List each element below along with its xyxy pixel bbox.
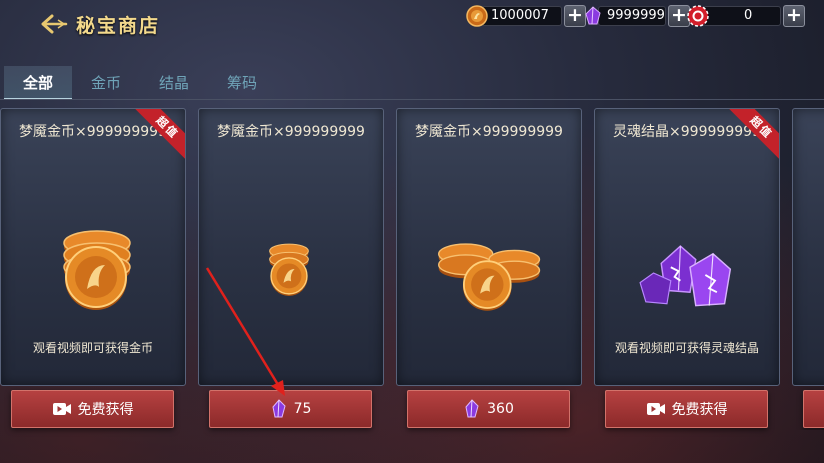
button-label: 免费获得 [77, 402, 134, 418]
gold-coin-stack-icon [269, 243, 309, 296]
gold-coin-currency: 1000007 + [466, 5, 586, 27]
gold-coin-icon [466, 5, 488, 27]
price-label: 360 [487, 401, 514, 417]
tab-gold[interactable]: 金币 [72, 66, 140, 100]
shop-item-card-partial [792, 108, 824, 430]
purple-crystal-cluster-icon [639, 245, 732, 307]
buy-button[interactable] [803, 390, 824, 428]
free-get-button[interactable]: 免费获得 [11, 390, 174, 428]
shop-item-card: 灵魂结晶×999999999 观看视频即可获得灵魂结晶 超值 免费获得 [594, 108, 780, 430]
item-description: 观看视频即可获得灵魂结晶 [614, 341, 759, 355]
purple-crystal-icon [585, 6, 601, 25]
shop-item-card: 梦魇金币×999999999 观看视频即可获得金币 超值 免费获得 [0, 108, 186, 430]
gold-coin-stack-icon [63, 230, 131, 310]
tab-crystal[interactable]: 结晶 [140, 66, 208, 100]
crystal-currency: 9999999 + [582, 5, 690, 27]
tab-divider [0, 99, 824, 100]
free-get-button[interactable]: 免费获得 [605, 390, 768, 428]
shop-item-list: 梦魇金币×999999999 观看视频即可获得金币 超值 免费获得 梦魇金币×9… [0, 108, 824, 448]
back-arrow-icon [41, 14, 68, 34]
gold-coin-pile-icon [438, 243, 541, 311]
video-icon [646, 403, 665, 415]
add-chip-button[interactable]: + [783, 5, 805, 27]
shop-item-panel[interactable] [792, 108, 824, 386]
shop-item-panel[interactable]: 梦魇金币×999999999 观看视频即可获得金币 超值 [0, 108, 186, 386]
crystal-amount: 9999999 [598, 6, 666, 26]
item-description: 观看视频即可获得金币 [32, 341, 153, 355]
category-tabs: 全部 金币 结晶 筹码 [0, 66, 276, 100]
back-button[interactable]: 秘宝商店 [40, 12, 161, 37]
tab-all[interactable]: 全部 [4, 66, 72, 100]
video-icon [52, 403, 71, 415]
button-label: 免费获得 [671, 402, 728, 418]
buy-button[interactable]: 75 [209, 390, 372, 428]
price-label: 75 [293, 401, 312, 417]
shop-item-panel[interactable]: 梦魇金币×999999999 [396, 108, 582, 386]
chip-token-icon [687, 5, 709, 27]
purple-crystal-icon [272, 399, 286, 418]
buy-button[interactable]: 360 [407, 390, 570, 428]
shop-item-panel[interactable]: 梦魇金币×999999999 [198, 108, 384, 386]
chip-amount: 0 [703, 6, 781, 26]
tab-chips[interactable]: 筹码 [208, 66, 276, 100]
page-title: 秘宝商店 [76, 14, 161, 37]
purple-crystal-icon [465, 399, 479, 418]
item-name: 梦魇金币×999999999 [217, 124, 365, 140]
shop-item-card: 梦魇金币×999999999 360 [396, 108, 582, 430]
gold-coin-amount: 1000007 [482, 6, 562, 26]
chip-currency: 0 + [687, 5, 805, 27]
shop-item-panel[interactable]: 灵魂结晶×999999999 观看视频即可获得灵魂结晶 超值 [594, 108, 780, 386]
shop-item-card: 梦魇金币×999999999 75 [198, 108, 384, 430]
item-name: 梦魇金币×999999999 [415, 124, 563, 140]
